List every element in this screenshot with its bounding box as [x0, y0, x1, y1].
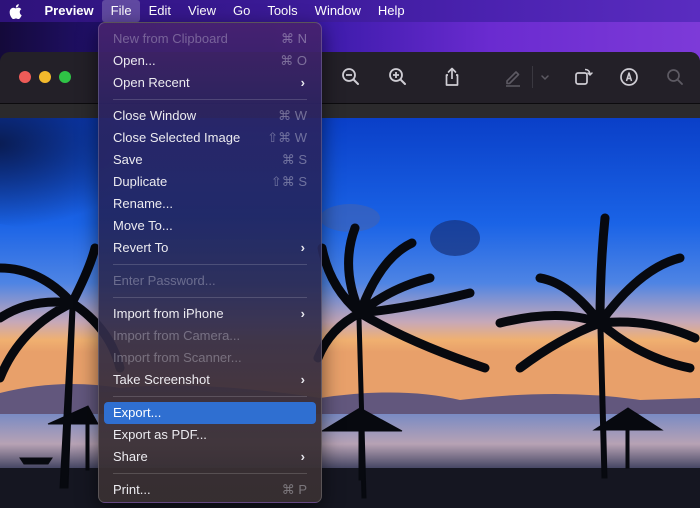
- menu-item-shortcut: ⌘ W: [278, 108, 307, 123]
- close-window-button[interactable]: [19, 71, 31, 83]
- chevron-right-icon: ›: [300, 306, 305, 321]
- menu-window[interactable]: Window: [306, 0, 369, 22]
- menu-item-label: Save: [113, 152, 143, 167]
- menu-item-label: Import from Scanner...: [113, 350, 242, 365]
- chevron-right-icon: ›: [300, 372, 305, 387]
- menu-item-label: Close Selected Image: [113, 130, 241, 145]
- menu-view[interactable]: View: [180, 0, 225, 22]
- menu-item-label: Share: [113, 449, 148, 464]
- menu-separator: [113, 292, 307, 303]
- menu-item-shortcut: ⌘ N: [281, 31, 307, 46]
- menu-edit[interactable]: Edit: [140, 0, 179, 22]
- menu-item-label: Duplicate: [113, 174, 168, 189]
- chevron-down-icon[interactable]: [538, 66, 552, 88]
- menu-app-name[interactable]: Preview: [36, 0, 102, 22]
- menu-item-label: Enter Password...: [113, 273, 216, 288]
- menu-separator: [113, 391, 307, 402]
- file-menu: New from Clipboard ⌘ N Open... ⌘ O Open …: [98, 22, 322, 503]
- menu-item-label: Take Screenshot: [113, 372, 210, 387]
- menu-tools[interactable]: Tools: [259, 0, 306, 22]
- chevron-right-icon: ›: [300, 240, 305, 255]
- menu-item-label: New from Clipboard: [113, 31, 228, 46]
- menu-item-label: Rename...: [113, 196, 173, 211]
- zoom-window-button[interactable]: [59, 71, 71, 83]
- menu-item-rename[interactable]: Rename...: [104, 193, 316, 215]
- share-icon[interactable]: [441, 66, 463, 88]
- minimize-window-button[interactable]: [39, 71, 51, 83]
- menu-item-new-from-clipboard: New from Clipboard ⌘ N: [104, 28, 316, 50]
- annotate-icon[interactable]: [618, 66, 640, 88]
- menu-bar: Preview File Edit View Go Tools Window H…: [0, 0, 700, 22]
- chevron-right-icon: ›: [300, 75, 305, 90]
- menu-item-label: Print...: [113, 482, 151, 497]
- menu-item-print[interactable]: Print... ⌘ P: [104, 479, 316, 501]
- menu-item-save[interactable]: Save ⌘ S: [104, 149, 316, 171]
- menu-item-move-to[interactable]: Move To...: [104, 215, 316, 237]
- menu-item-import-from-iphone[interactable]: Import from iPhone ›: [104, 303, 316, 325]
- menu-item-shortcut: ⌘ S: [281, 152, 307, 167]
- menu-item-shortcut: ⇧⌘ W: [267, 130, 307, 145]
- menu-item-label: Revert To: [113, 240, 169, 255]
- menu-item-duplicate[interactable]: Duplicate ⇧⌘ S: [104, 171, 316, 193]
- menu-file[interactable]: File: [102, 0, 141, 22]
- menu-item-label: Import from Camera...: [113, 328, 241, 343]
- toolbar-divider: [532, 66, 533, 88]
- menu-item-import-from-camera: Import from Camera...: [104, 325, 316, 347]
- apple-logo-icon[interactable]: [4, 3, 26, 19]
- menu-item-share[interactable]: Share ›: [104, 446, 316, 468]
- chevron-right-icon: ›: [300, 449, 305, 464]
- menu-item-label: Move To...: [113, 218, 173, 233]
- menu-help[interactable]: Help: [369, 0, 413, 22]
- menu-item-import-from-scanner: Import from Scanner...: [104, 347, 316, 369]
- menu-item-revert-to[interactable]: Revert To ›: [104, 237, 316, 259]
- menu-separator: [113, 259, 307, 270]
- menu-item-label: Export...: [113, 405, 162, 420]
- menu-item-open[interactable]: Open... ⌘ O: [104, 50, 316, 72]
- menu-item-label: Close Window: [113, 108, 197, 123]
- menu-item-label: Open...: [113, 53, 156, 68]
- menu-item-shortcut: ⌘ O: [280, 53, 307, 68]
- menu-item-enter-password: Enter Password...: [104, 270, 316, 292]
- menu-go[interactable]: Go: [224, 0, 258, 22]
- menu-item-close-window[interactable]: Close Window ⌘ W: [104, 105, 316, 127]
- menu-item-close-selected-image[interactable]: Close Selected Image ⇧⌘ W: [104, 127, 316, 149]
- rotate-icon[interactable]: [572, 66, 594, 88]
- menu-separator: [113, 94, 307, 105]
- menu-item-label: Open Recent: [113, 75, 190, 90]
- menu-item-label: Import from iPhone: [113, 306, 224, 321]
- menu-item-export-as-pdf[interactable]: Export as PDF...: [104, 424, 316, 446]
- menu-separator: [113, 468, 307, 479]
- search-icon[interactable]: [664, 66, 686, 88]
- menu-item-take-screenshot[interactable]: Take Screenshot ›: [104, 369, 316, 391]
- zoom-out-icon[interactable]: [340, 66, 362, 88]
- zoom-in-icon[interactable]: [387, 66, 409, 88]
- markup-pen-icon[interactable]: [502, 66, 524, 88]
- menu-item-label: Export as PDF...: [113, 427, 207, 442]
- menu-item-open-recent[interactable]: Open Recent ›: [104, 72, 316, 94]
- menu-item-export[interactable]: Export...: [104, 402, 316, 424]
- menu-item-shortcut: ⇧⌘ S: [270, 174, 307, 189]
- menu-item-shortcut: ⌘ P: [281, 482, 307, 497]
